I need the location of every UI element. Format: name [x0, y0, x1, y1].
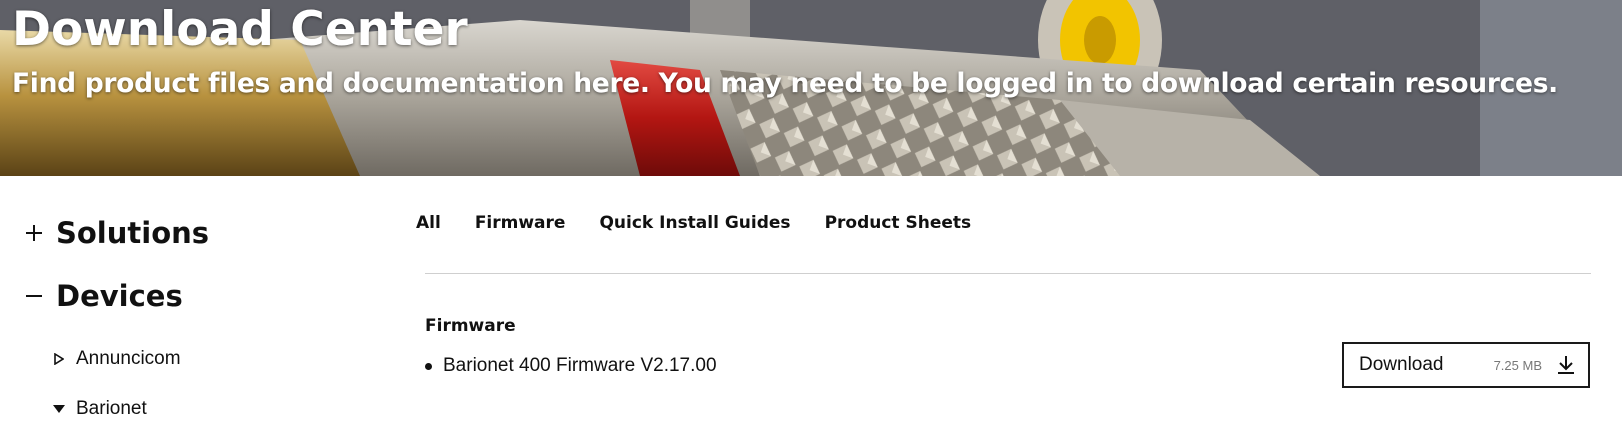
- bullet-icon: [425, 362, 432, 370]
- minus-icon: [24, 286, 44, 306]
- plus-icon: [24, 223, 44, 243]
- category-label: Devices: [56, 279, 183, 313]
- sidebar-item-annuncicom[interactable]: Annuncicom: [52, 348, 181, 370]
- download-button-label: Download: [1359, 354, 1444, 375]
- page-subtitle: Find product files and documentation her…: [12, 68, 1558, 99]
- download-icon: [1556, 355, 1576, 375]
- file-size: 7.25 MB: [1493, 357, 1542, 373]
- tab-product-sheets[interactable]: Product Sheets: [819, 207, 978, 239]
- file-name: Barionet 400 Firmware V2.17.00: [443, 355, 717, 376]
- download-button[interactable]: Download 7.25 MB: [1342, 342, 1590, 388]
- tab-all[interactable]: All: [410, 207, 447, 239]
- triangle-right-outline-icon: [52, 352, 66, 366]
- sidebar-item-label: Barionet: [76, 398, 147, 419]
- category-solutions[interactable]: Solutions: [24, 216, 209, 250]
- tabs-divider: [425, 273, 1591, 274]
- category-sidebar: Solutions Devices Annuncicom Barionet: [0, 176, 400, 422]
- category-label: Solutions: [56, 216, 210, 250]
- hero-banner: Download Center Find product files and d…: [0, 0, 1622, 176]
- triangle-down-filled-icon: [52, 402, 66, 416]
- page-title: Download Center: [12, 2, 468, 57]
- section-title: Firmware: [425, 316, 516, 336]
- filter-tabs: All Firmware Quick Install Guides Produc…: [410, 207, 999, 239]
- list-item: Barionet 400 Firmware V2.17.00: [425, 355, 717, 377]
- category-devices[interactable]: Devices: [24, 279, 183, 313]
- sidebar-item-barionet[interactable]: Barionet: [52, 398, 147, 420]
- sidebar-item-label: Annuncicom: [76, 348, 181, 369]
- tab-quick-install-guides[interactable]: Quick Install Guides: [593, 207, 796, 239]
- tab-firmware[interactable]: Firmware: [469, 207, 572, 239]
